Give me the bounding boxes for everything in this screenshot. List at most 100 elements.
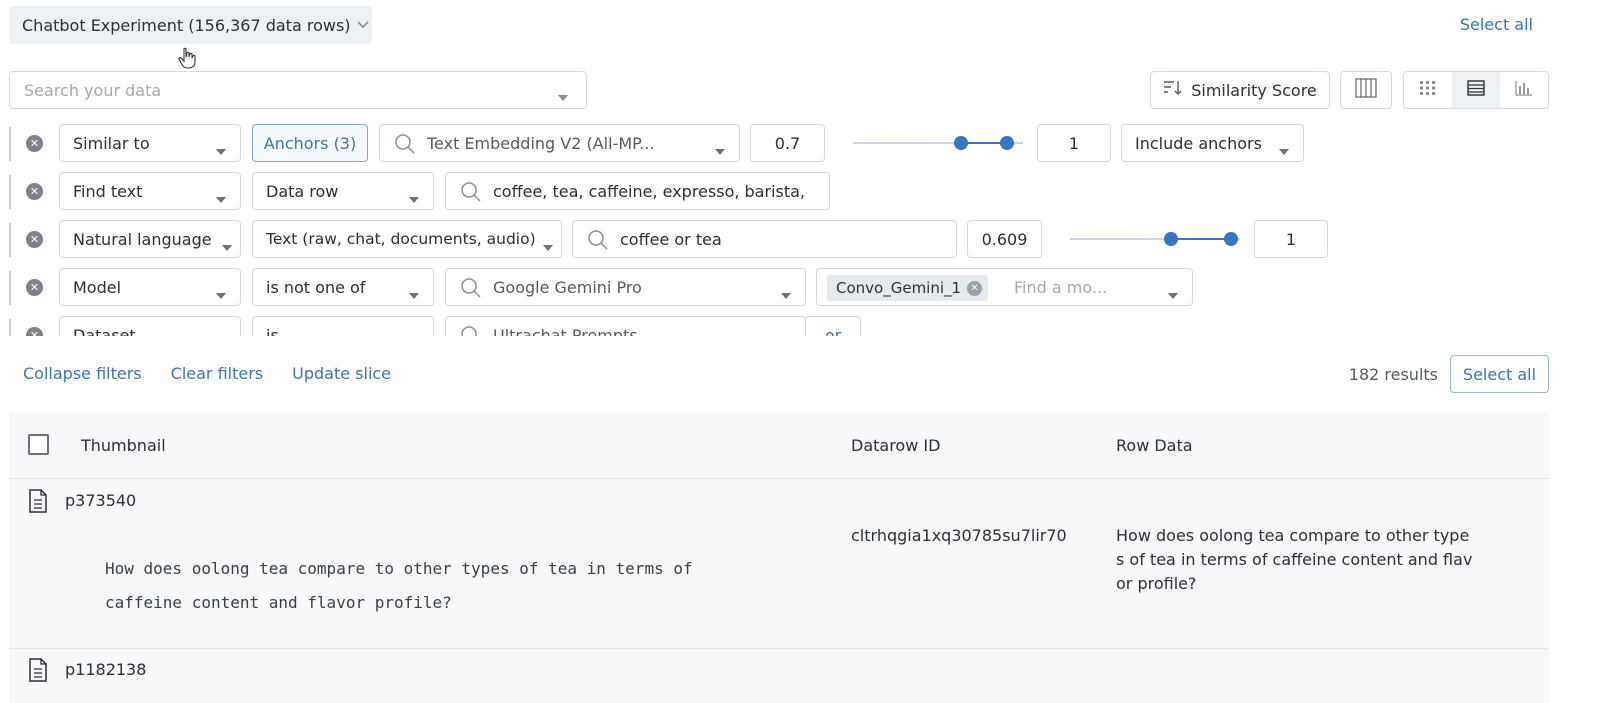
- grid-view-icon: [1419, 80, 1437, 100]
- filter-scope-select[interactable]: Data row: [252, 172, 434, 210]
- search-icon: [394, 133, 416, 159]
- grid-view-button[interactable]: [1404, 72, 1452, 108]
- remove-filter-icon[interactable]: ✕: [26, 135, 43, 152]
- filter-field-select[interactable]: Dataset: [59, 316, 241, 336]
- filter-row-bar: [9, 175, 11, 209]
- filter-field-label: Find text: [73, 181, 143, 201]
- filter-field-label: Dataset: [73, 325, 136, 337]
- columns-icon: [1355, 78, 1377, 102]
- row-id: p373540: [65, 491, 137, 510]
- filter-row-bar: [9, 271, 11, 305]
- natural-language-input[interactable]: coffee or tea: [572, 220, 957, 258]
- caret-down-icon: [216, 332, 226, 336]
- similarity-max-input[interactable]: 1: [1037, 124, 1111, 162]
- caret-down-icon: [1279, 140, 1289, 159]
- filter-row-bar: [9, 127, 11, 161]
- results-count: 182 results: [1348, 365, 1438, 384]
- filter-row-bar: [9, 319, 11, 336]
- nl-min-value: 0.609: [981, 229, 1028, 249]
- search-icon: [460, 277, 482, 303]
- filter-field-select[interactable]: Model: [59, 268, 241, 306]
- table-header: Thumbnail Datarow ID Row Data: [9, 412, 1549, 479]
- caret-down-icon: [216, 140, 226, 159]
- nl-max-value: 1: [1285, 229, 1297, 249]
- caret-down-icon: [216, 284, 226, 303]
- similarity-range-slider[interactable]: [853, 123, 1023, 163]
- or-label: or: [824, 325, 842, 337]
- natural-language-value: coffee or tea: [620, 229, 722, 249]
- model-run-placeholder: Find a mo...: [1014, 278, 1108, 297]
- search-icon: [587, 229, 609, 255]
- anchors-button[interactable]: Anchors (3): [252, 124, 368, 162]
- columns-button[interactable]: [1340, 71, 1392, 109]
- nl-max-input[interactable]: 1: [1254, 220, 1328, 258]
- model-value-select[interactable]: Google Gemini Pro: [445, 268, 806, 306]
- nl-range-slider[interactable]: [1070, 219, 1240, 259]
- datarow-id: cltrhqgia1xq30785su7lir70: [851, 526, 1067, 545]
- collapse-filters-link[interactable]: Collapse filters: [23, 364, 142, 383]
- list-view-button[interactable]: [1452, 72, 1500, 108]
- dataset-selector[interactable]: Chatbot Experiment (156,367 data rows): [9, 6, 372, 44]
- find-text-input[interactable]: coffee, tea, caffeine, expresso, barista…: [445, 172, 830, 210]
- hand-cursor-icon: [178, 47, 198, 69]
- chart-view-button[interactable]: [1500, 72, 1548, 108]
- anchors-label: Anchors (3): [263, 133, 357, 153]
- filter-scope-select[interactable]: Text (raw, chat, documents, audio): [252, 220, 562, 258]
- filter-row-natural-language: ✕ Natural language Text (raw, chat, docu…: [9, 219, 1569, 259]
- chart-view-icon: [1515, 80, 1533, 100]
- filter-field-label: Natural language: [73, 229, 212, 249]
- slider-min-handle[interactable]: [954, 136, 968, 150]
- model-value-label: Google Gemini Pro: [493, 277, 642, 297]
- filter-operator-select[interactable]: is: [252, 316, 434, 336]
- remove-chip-icon[interactable]: ✕: [967, 280, 983, 296]
- caret-down-icon: [781, 284, 791, 303]
- caret-down-icon: [715, 140, 725, 159]
- sort-icon: [1163, 80, 1183, 100]
- filter-row-similarity: ✕ Similar to Anchors (3) Text Embedding …: [9, 123, 1569, 163]
- filter-row-find-text: ✕ Find text Data row coffee, tea, caffei…: [9, 171, 1569, 211]
- slider-max-handle[interactable]: [1000, 136, 1014, 150]
- filter-list: ✕ Similar to Anchors (3) Text Embedding …: [9, 118, 1569, 336]
- similarity-min-input[interactable]: 0.7: [750, 124, 825, 162]
- embedding-select[interactable]: Text Embedding V2 (All-MP...: [379, 124, 740, 162]
- nl-min-input[interactable]: 0.609: [967, 220, 1042, 258]
- slider-fill: [1171, 238, 1231, 240]
- remove-filter-icon[interactable]: ✕: [26, 279, 43, 296]
- filter-scope-label: Text (raw, chat, documents, audio): [266, 230, 536, 248]
- sort-button[interactable]: Similarity Score: [1150, 71, 1330, 109]
- select-all-link[interactable]: Select all: [1460, 15, 1533, 34]
- anchor-option-select[interactable]: Include anchors: [1121, 124, 1304, 162]
- remove-filter-icon[interactable]: ✕: [26, 327, 43, 336]
- filter-row-dataset: ✕ Dataset is Ultrachat Prompts or: [9, 315, 1569, 336]
- table-row[interactable]: p1182138: [9, 649, 1549, 703]
- caret-down-icon: [216, 188, 226, 207]
- filter-field-select[interactable]: Similar to: [59, 124, 241, 162]
- filter-field-select[interactable]: Find text: [59, 172, 241, 210]
- anchor-option-label: Include anchors: [1135, 133, 1262, 153]
- slider-min-handle[interactable]: [1164, 232, 1178, 246]
- search-icon: [460, 325, 482, 336]
- column-header-row-data: Row Data: [1116, 436, 1193, 455]
- select-all-button[interactable]: Select all: [1450, 355, 1549, 393]
- dataset-value-select[interactable]: Ultrachat Prompts: [445, 316, 806, 336]
- view-toggle: [1403, 71, 1549, 109]
- update-slice-link[interactable]: Update slice: [292, 364, 391, 383]
- caret-down-icon: [409, 284, 419, 303]
- caret-down-icon: [1168, 284, 1178, 303]
- model-run-select[interactable]: Convo_Gemini_1 ✕ Find a mo...: [816, 268, 1193, 306]
- row-id: p1182138: [65, 660, 147, 679]
- search-input[interactable]: Search your data: [9, 71, 587, 109]
- data-table: Thumbnail Datarow ID Row Data p373540 Ho…: [9, 412, 1549, 703]
- select-all-checkbox[interactable]: [28, 434, 49, 455]
- or-button[interactable]: or: [805, 316, 861, 336]
- caret-down-icon: [222, 236, 232, 255]
- clear-filters-link[interactable]: Clear filters: [171, 364, 263, 383]
- caret-down-icon: [409, 188, 419, 207]
- filter-field-select[interactable]: Natural language: [59, 220, 241, 258]
- remove-filter-icon[interactable]: ✕: [26, 231, 43, 248]
- sort-label: Similarity Score: [1191, 80, 1317, 100]
- filter-operator-select[interactable]: is not one of: [252, 268, 434, 306]
- remove-filter-icon[interactable]: ✕: [26, 183, 43, 200]
- document-icon: [28, 658, 48, 686]
- slider-max-handle[interactable]: [1224, 232, 1238, 246]
